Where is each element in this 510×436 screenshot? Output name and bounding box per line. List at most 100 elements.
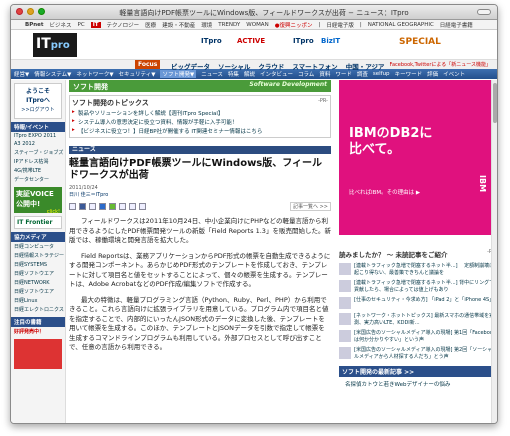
network-link-construction[interactable]: 建設・不動産 <box>162 21 195 29</box>
sidebar-link[interactable]: A3 2012 <box>11 140 65 148</box>
network-link-trendy[interactable]: TRENDY <box>218 22 240 28</box>
network-link-it[interactable]: IT <box>90 21 101 28</box>
nav-column[interactable]: コラム <box>298 70 314 78</box>
sidebar-link[interactable]: スティーブ・ジョブズ <box>11 148 65 157</box>
list-item[interactable]: [仕事のセキュリティ・今求め方] 「iPad 2」と「iPhone 4S」 <box>339 297 497 309</box>
nav-review[interactable]: 評価 <box>427 70 438 78</box>
network-link-medical[interactable]: 医療 <box>145 21 156 29</box>
sidebar-link[interactable]: データセンター <box>11 175 65 184</box>
focus-label: Focus <box>135 60 161 69</box>
nav-software-dev[interactable]: ソフト開発▼ <box>160 70 197 78</box>
network-link-environment[interactable]: 環境 <box>201 21 212 29</box>
logout-link[interactable]: >>ログアウト <box>17 106 59 113</box>
sidebar-link[interactable]: 日経NETWORK <box>11 278 65 287</box>
facebook-icon[interactable] <box>79 202 86 210</box>
nav-news[interactable]: ニュース <box>201 70 223 78</box>
focus-link-cloud[interactable]: クラウド <box>258 61 284 71</box>
vertical-scrollbar[interactable] <box>491 80 497 423</box>
nav-keyword[interactable]: キーワード <box>395 70 423 78</box>
network-link-ebooks[interactable]: 日経電子書籍 <box>440 21 473 29</box>
mixi-icon[interactable] <box>89 202 96 210</box>
article-author[interactable]: 日川 佳三＝ITpro <box>69 191 331 198</box>
active-partner-logo[interactable]: ACTIVE <box>237 37 265 45</box>
nav-word[interactable]: ワード <box>335 70 352 78</box>
network-link-business[interactable]: ビジネス <box>50 21 72 29</box>
sidebar-link[interactable]: 日経SYSTEMS <box>11 260 65 269</box>
network-link-bpnet[interactable]: BPnet <box>25 22 44 28</box>
evernote-icon[interactable] <box>109 202 116 210</box>
itpro-logo[interactable]: ITpro <box>33 33 77 57</box>
nav-security[interactable]: セキュリティ▼ <box>119 70 156 78</box>
network-link-pc[interactable]: PC <box>78 22 85 28</box>
network-link-denshiban[interactable]: 日経電子版 <box>326 21 354 29</box>
toolbar-toggle-button[interactable] <box>477 9 491 15</box>
network-link-natgeo[interactable]: NATIONAL GEOGRAPHIC <box>368 22 434 28</box>
book-cover-image[interactable] <box>14 339 62 369</box>
article-thumbnail <box>339 347 351 359</box>
special-partner-logo[interactable]: SPECIAL <box>399 37 441 47</box>
itpro-partner-logo[interactable]: ITpro <box>293 37 314 45</box>
new-news-feature-link[interactable]: Facebook,Twitterによる「新ニュース機能」 <box>390 61 491 68</box>
list-item[interactable]: [連載トラフィック急増で閉塞するネット半...] 背中にリングで貢献したら、場合… <box>339 280 497 293</box>
network-link-fukko[interactable]: ●復興ニッポン <box>275 21 313 29</box>
sidebar-link[interactable]: 日経Linux <box>11 296 65 305</box>
print-icon[interactable] <box>119 202 126 210</box>
itpro-partner-logo[interactable]: ITpro <box>201 37 222 45</box>
sidebar-link[interactable]: 日経ソフトウエア <box>11 269 65 278</box>
network-divider: | <box>318 21 321 28</box>
nav-management[interactable]: 経営▼ <box>14 70 29 78</box>
focus-link-china-asia[interactable]: 中国・アジア <box>346 61 385 71</box>
article-list-link[interactable]: 記事一覧へ >> <box>290 201 331 211</box>
sidebar-link[interactable]: 日経情報ストラテジー <box>11 251 65 260</box>
help-icon[interactable] <box>139 202 146 210</box>
list-item[interactable]: [ネットワーク・ホットトピックス] 最新スマホの通信帯域を実測、実力高いLTE、… <box>339 313 497 326</box>
nav-selfup[interactable]: selfup <box>373 71 390 77</box>
zoom-window-button[interactable] <box>38 8 45 15</box>
list-item-text: [連載トラフィック急増で閉塞するネット半...] 背中にリングで貢献したら、場合… <box>354 280 495 293</box>
article-paragraph: フィールドワークスは2011年10月24日、中小企業向けにPHPなどの軽量言語か… <box>69 217 331 244</box>
welcome-box: ようこそ ITproへ >>ログアウト <box>14 83 62 119</box>
topic-link[interactable]: システム導入の意思決定に役立つ資料、情報が手軽に入手可能！ <box>72 117 328 126</box>
focus-link-bigdata[interactable]: ビッグデータ <box>171 61 210 71</box>
latest-article-link[interactable]: 名探偵カトウと若きWebデザイナーの悩み <box>339 380 497 388</box>
list-item[interactable]: [米国広告のソーシャルメディア導入の現場] 第2回「ソーシャルメディアから人材探… <box>339 347 497 360</box>
voice-banner[interactable]: 実証VOICE公開中! click! <box>14 187 62 215</box>
sidebar-link[interactable]: 日経コンピュータ <box>11 242 65 251</box>
minimize-window-button[interactable] <box>27 8 34 15</box>
topic-link[interactable]: 製品やソリューションを詳しく解説【週刊ITpro Special】 <box>72 108 328 117</box>
sidebar-link[interactable]: 日経エレクトロニクス <box>11 305 65 314</box>
scrollbar-thumb[interactable] <box>493 83 497 123</box>
ad-headline: IBMのDB2に 比べて。 <box>349 126 433 157</box>
close-window-button[interactable] <box>16 8 23 15</box>
browser-window: 軽量言語向けPDF帳票ツールにWindows版、フィールドワークスが出荷 − ニ… <box>10 4 498 424</box>
left-sidebar: ようこそ ITproへ >>ログアウト 特報/イベント ITpro EXPO 2… <box>11 80 66 423</box>
hatena-icon[interactable] <box>99 202 106 210</box>
sidebar-link[interactable]: 4G/携帯LTE <box>11 166 65 175</box>
bizit-partner-logo[interactable]: BizIT <box>321 37 340 45</box>
nav-materials[interactable]: 資料 <box>319 70 330 78</box>
nav-survey[interactable]: 調査 <box>357 70 368 78</box>
mail-icon[interactable] <box>129 202 136 210</box>
nav-features[interactable]: 特集 <box>228 70 239 78</box>
focus-bar: Focus ビッグデータ ソーシャル クラウド スマートフォン 中国・アジア F… <box>11 60 497 71</box>
article-thumbnail <box>339 330 351 342</box>
network-link-technology[interactable]: テクノロジー <box>107 21 140 29</box>
list-item[interactable]: [米国広告のソーシャルメディア導入の現場] 第1回「Facebookは何か分かり… <box>339 330 497 343</box>
nav-info-systems[interactable]: 情報システム▼ <box>34 70 71 78</box>
twitter-icon[interactable] <box>69 202 76 210</box>
sidebar-link[interactable]: 日経ソフトウエア <box>11 287 65 296</box>
nav-event[interactable]: イベント <box>443 70 465 78</box>
it-frontier-banner[interactable]: IT Frontier <box>14 216 62 229</box>
focus-link-smartphone[interactable]: スマートフォン <box>292 61 337 71</box>
nav-network[interactable]: ネットワーク▼ <box>76 70 113 78</box>
list-item[interactable]: [連載トラフィック急増で閉塞するネット半...] 定額制崩壊は起こり得ない、最善… <box>339 263 497 276</box>
network-link-woman[interactable]: WOMAN <box>246 22 268 28</box>
focus-link-social[interactable]: ソーシャル <box>218 61 250 71</box>
ibm-ad-banner[interactable]: IBMのDB2に 比べて。 比べればIBM。その理由は ▶ IBM <box>339 80 497 235</box>
nav-interview[interactable]: インタビュー <box>260 70 293 78</box>
sidebar-link[interactable]: IPアドレス枯渇 <box>11 157 65 166</box>
nav-explain[interactable]: 解説 <box>244 70 255 78</box>
latest-more-link[interactable]: >> <box>404 369 414 376</box>
topic-link[interactable]: 【ビジネスに役立つ！】日経BP社が開催する IT関連セミナー情報はこちら <box>72 126 328 135</box>
sidebar-link[interactable]: ITpro EXPO 2011 <box>11 132 65 140</box>
